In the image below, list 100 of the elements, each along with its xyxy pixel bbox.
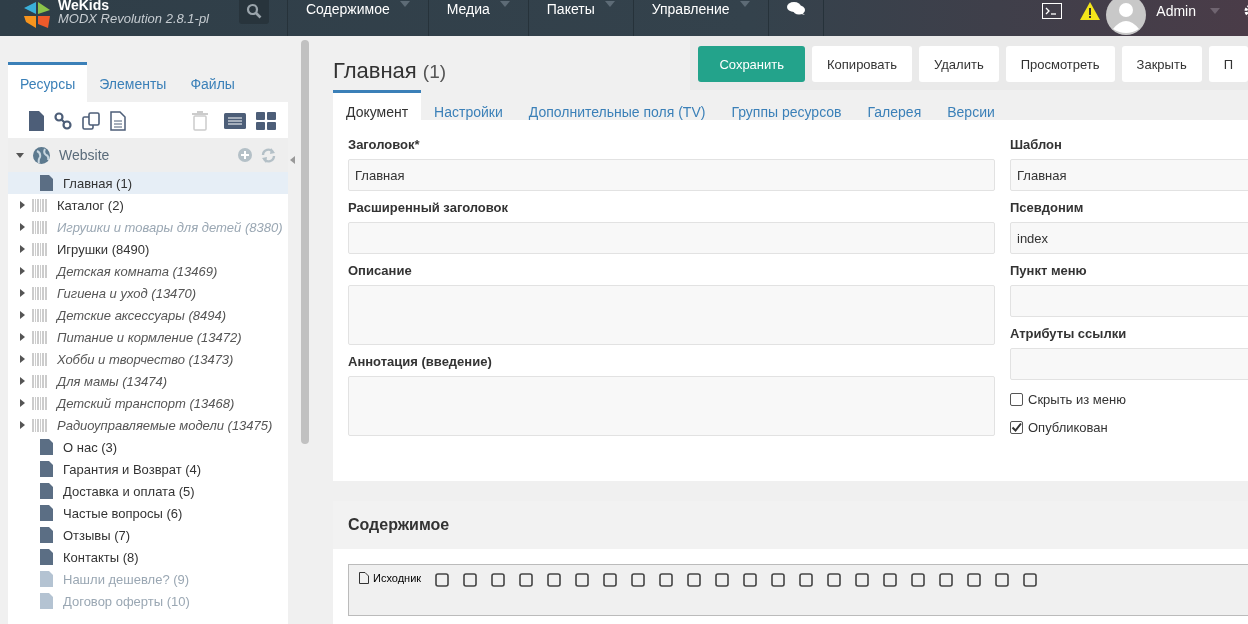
search-button[interactable] <box>239 0 269 24</box>
tree-item[interactable]: Детская комната (13469) <box>8 260 288 282</box>
checkbox-label[interactable]: Скрыть из меню <box>1028 391 1126 407</box>
folder-icon <box>32 220 47 234</box>
tree-item[interactable]: Радиоуправляемые модели (13475) <box>8 414 288 436</box>
field-label: Описание <box>348 262 413 280</box>
toolbar-icon <box>547 573 562 587</box>
source-button[interactable]: Исходник <box>359 572 422 584</box>
tree-item[interactable]: Доставка и оплата (5) <box>8 480 288 502</box>
document-icon <box>40 527 53 543</box>
globe-icon <box>33 146 50 164</box>
site-name: WeKids <box>58 0 111 12</box>
menu-item[interactable]: Медиа <box>427 0 528 36</box>
expand-arrow-icon <box>20 333 25 341</box>
input-field[interactable] <box>348 222 995 254</box>
document-icon <box>359 572 369 584</box>
trash-icon <box>192 111 208 131</box>
action-button[interactable]: Закрыть <box>1121 46 1202 82</box>
input-field[interactable]: index <box>1010 222 1248 254</box>
toolbar-icon <box>715 573 730 587</box>
caret-icon <box>290 156 295 164</box>
toolbar-icon <box>491 573 506 587</box>
action-button[interactable]: Удалить <box>919 46 999 82</box>
expand-arrow-icon <box>20 377 25 385</box>
document-icon <box>40 549 53 565</box>
tree-item[interactable]: Частые вопросы (6) <box>8 502 288 524</box>
warning-button[interactable] <box>1080 2 1101 20</box>
terminal-icon <box>1042 3 1063 19</box>
folder-icon <box>32 242 47 256</box>
sidebar-tab[interactable]: Файлы <box>178 62 247 102</box>
folder-icon <box>32 352 47 366</box>
menu-item[interactable]: Пакеты <box>527 0 633 36</box>
checkbox[interactable] <box>1010 420 1023 434</box>
input-field[interactable]: Главная <box>348 159 995 191</box>
terminal-button[interactable] <box>1042 3 1063 19</box>
folder-icon <box>32 396 47 410</box>
folder-icon <box>32 374 47 388</box>
list-icon <box>224 113 246 129</box>
expand-arrow-icon <box>20 223 25 231</box>
tree-item[interactable]: Питание и кормление (13472) <box>8 326 288 348</box>
input-field[interactable]: Главная <box>1010 159 1248 191</box>
expand-arrow-icon <box>20 245 25 253</box>
user-menu[interactable]: Admin <box>1156 3 1220 19</box>
field-label: Атрибуты ссылки <box>1010 325 1128 343</box>
tree-item[interactable]: Отзывы (7) <box>8 524 288 546</box>
action-button[interactable]: Копировать <box>812 46 913 82</box>
version-label: MODX Revolution 2.8.1-pl <box>58 12 210 26</box>
folder-icon <box>32 418 47 432</box>
tree-item[interactable]: Детские аксессуары (8494) <box>8 304 288 326</box>
tree-item[interactable]: Главная (1) <box>8 172 288 194</box>
toolbar-icon <box>799 573 814 587</box>
input-field[interactable] <box>1010 348 1248 380</box>
toolbar-icon <box>659 573 674 587</box>
tree-item[interactable]: Игрушки (8490) <box>8 238 288 260</box>
document-icon <box>40 571 53 587</box>
sidebar-tab[interactable]: Элементы <box>87 62 179 102</box>
tree-item[interactable]: Контакты (8) <box>8 546 288 568</box>
document-icon <box>40 175 53 191</box>
menu-item[interactable]: Содержимое <box>287 0 428 36</box>
toolbar-icon <box>827 573 842 587</box>
add-icon <box>238 148 252 162</box>
tree-item[interactable]: Каталог (2) <box>8 194 288 216</box>
tab[interactable]: Версии <box>934 90 1008 120</box>
document-icon <box>28 111 44 131</box>
folder-icon <box>32 198 47 212</box>
tree-item[interactable]: Для мамы (13474) <box>8 370 288 392</box>
link-icon <box>54 112 72 130</box>
checkbox[interactable] <box>1010 392 1023 406</box>
action-button[interactable]: П <box>1208 46 1248 82</box>
tree-item[interactable]: О нас (3) <box>8 436 288 458</box>
context-node[interactable]: Website <box>8 138 288 172</box>
tab[interactable]: Настройки <box>421 90 516 120</box>
tree-item[interactable]: Гарантия и Возврат (4) <box>8 458 288 480</box>
folder-icon <box>32 330 47 344</box>
toolbar-icon <box>519 573 534 587</box>
expand-arrow-icon <box>20 399 25 407</box>
caret-icon <box>1210 8 1220 14</box>
tab[interactable]: Документ <box>333 90 422 120</box>
tab[interactable]: Группы ресурсов <box>718 90 855 120</box>
toolbar-icon <box>995 573 1010 587</box>
tree-item[interactable]: Хобби и творчество (13473) <box>8 348 288 370</box>
field-label: Аннотация (введение) <box>348 353 493 371</box>
input-field[interactable] <box>1010 285 1248 317</box>
sidebar-tab[interactable]: Ресурсы <box>8 62 88 102</box>
scrollbar[interactable] <box>301 40 309 444</box>
document-icon <box>40 439 53 455</box>
field-label: Шаблон <box>1010 136 1063 154</box>
tree-item[interactable]: Детский транспорт (13468) <box>8 392 288 414</box>
tree-item[interactable]: Гигиена и уход (13470) <box>8 282 288 304</box>
chat-icon <box>786 1 805 15</box>
expand-arrow-icon <box>20 421 25 429</box>
field-label: Заголовок* <box>348 136 421 154</box>
toolbar-icon <box>883 573 898 587</box>
tab[interactable]: Дополнительные поля (TV) <box>515 90 719 120</box>
checkbox-label[interactable]: Опубликован <box>1028 419 1108 435</box>
action-button[interactable]: Просмотреть <box>1005 46 1115 82</box>
logo-icon <box>22 0 52 30</box>
tab[interactable]: Галерея <box>854 90 935 120</box>
section-title: Содержимое <box>348 515 451 535</box>
toolbar-icon <box>911 573 926 587</box>
